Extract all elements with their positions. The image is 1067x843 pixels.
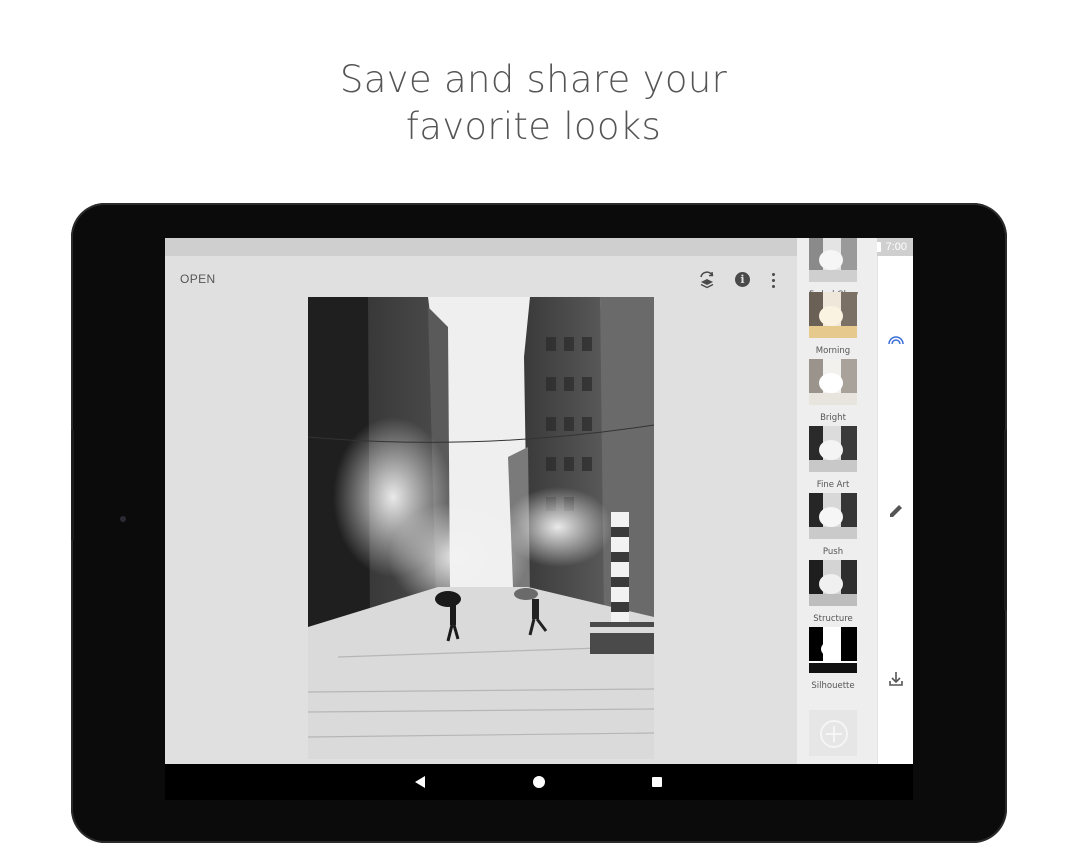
layers-icon[interactable]: [697, 270, 717, 290]
status-time: 7:00: [885, 241, 907, 253]
back-icon[interactable]: [415, 776, 425, 788]
looks-panel: Faded Glow Morning Bright Fin: [797, 238, 877, 764]
headline-line-2: favorite looks: [405, 105, 662, 148]
look-faded-glow[interactable]: Faded Glow: [809, 238, 858, 300]
more-vert-icon[interactable]: [765, 270, 781, 290]
look-silhouette[interactable]: Silhouette: [809, 627, 857, 691]
system-nav-bar: [165, 764, 913, 800]
look-label: Push: [822, 547, 844, 557]
headline: Save and share your favorite looks: [0, 56, 1067, 150]
tablet-side-edge: [71, 430, 74, 540]
look-label: Fine Art: [816, 480, 850, 490]
info-icon[interactable]: i: [735, 272, 750, 287]
tool-rail: [877, 256, 913, 764]
look-thumbnail: [809, 493, 857, 539]
look-push[interactable]: Push: [809, 493, 857, 557]
look-label: Morning: [815, 346, 851, 356]
snowy-street-photo: [308, 297, 654, 759]
look-label: Bright: [820, 413, 846, 423]
add-icon: [820, 720, 848, 748]
home-icon[interactable]: [533, 776, 545, 788]
look-label: Structure: [813, 614, 853, 624]
download-icon[interactable]: [887, 670, 905, 688]
edited-photo: [308, 297, 654, 759]
app-screen: 7:00 OPEN i Morning Bright Fine Art Push…: [165, 238, 913, 800]
recents-icon[interactable]: [652, 777, 662, 787]
look-thumbnail: [809, 426, 857, 472]
headline-line-1: Save and share your: [339, 58, 728, 101]
camera-icon: [120, 516, 126, 522]
add-look-button[interactable]: [809, 710, 857, 756]
look-thumbnail: [809, 627, 857, 673]
open-button[interactable]: OPEN: [180, 272, 216, 286]
look-bright[interactable]: Bright: [809, 359, 857, 423]
look-thumbnail: [809, 292, 857, 338]
look-fine-art[interactable]: Fine Art: [809, 426, 857, 490]
look-structure[interactable]: Structure: [809, 560, 857, 624]
look-thumbnail: [809, 560, 857, 606]
look-thumbnail: [809, 238, 857, 282]
edit-icon[interactable]: [887, 502, 905, 520]
tablet-side-button: [1004, 430, 1007, 610]
look-label: Silhouette: [811, 681, 855, 691]
looks-icon[interactable]: [887, 332, 905, 350]
look-thumbnail: [809, 359, 857, 405]
look-morning[interactable]: Morning: [809, 292, 857, 356]
